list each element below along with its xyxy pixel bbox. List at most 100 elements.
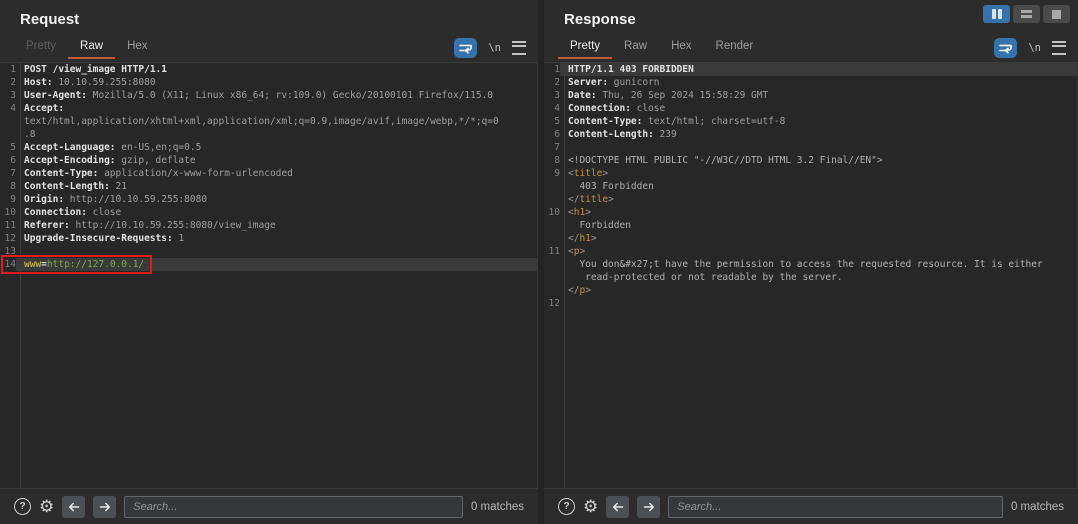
- code-line[interactable]: Content-Type: application/x-www-form-url…: [16, 167, 537, 180]
- tab-raw[interactable]: Raw: [612, 34, 659, 57]
- code-line[interactable]: Referer: http://10.10.59.255:8080/view_i…: [16, 219, 537, 232]
- newline-toggle[interactable]: \n: [488, 42, 501, 54]
- editor-line[interactable]: 3User-Agent: Mozilla/5.0 (X11; Linux x86…: [0, 89, 537, 102]
- code-line[interactable]: Connection: close: [16, 206, 537, 219]
- editor-line[interactable]: 9Origin: http://10.10.59.255:8080: [0, 193, 537, 206]
- rows-layout-button[interactable]: [1013, 5, 1040, 23]
- code-line[interactable]: <p>: [560, 245, 1077, 258]
- editor-line[interactable]: 4Connection: close: [544, 102, 1077, 115]
- editor-line[interactable]: 11<p>: [544, 245, 1077, 258]
- search-settings-gear-icon[interactable]: ⚙: [583, 498, 598, 515]
- next-match-button[interactable]: [93, 496, 116, 518]
- tab-hex[interactable]: Hex: [659, 34, 703, 57]
- editor-line[interactable]: 6Accept-Encoding: gzip, deflate: [0, 154, 537, 167]
- code-line[interactable]: Accept:: [16, 102, 537, 115]
- code-line[interactable]: Connection: close: [560, 102, 1077, 115]
- editor-line[interactable]: 403 Forbidden: [544, 180, 1077, 193]
- code-line[interactable]: Origin: http://10.10.59.255:8080: [16, 193, 537, 206]
- editor-line[interactable]: 1POST /view_image HTTP/1.1: [0, 63, 537, 76]
- editor-line[interactable]: read-protected or not readable by the se…: [544, 271, 1077, 284]
- editor-line[interactable]: 8Content-Length: 21: [0, 180, 537, 193]
- code-line[interactable]: Accept-Encoding: gzip, deflate: [16, 154, 537, 167]
- arrow-right-icon: [99, 502, 111, 512]
- tab-pretty[interactable]: Pretty: [14, 34, 68, 57]
- editor-line[interactable]: Forbidden: [544, 219, 1077, 232]
- editor-line[interactable]: 2Host: 10.10.59.255:8080: [0, 76, 537, 89]
- code-line[interactable]: Server: gunicorn: [560, 76, 1077, 89]
- code-line[interactable]: [560, 141, 1077, 154]
- code-line[interactable]: User-Agent: Mozilla/5.0 (X11; Linux x86_…: [16, 89, 537, 102]
- response-editor[interactable]: 1HTTP/1.1 403 FORBIDDEN2Server: gunicorn…: [544, 62, 1078, 488]
- code-line[interactable]: Accept-Language: en-US,en;q=0.5: [16, 141, 537, 154]
- editor-line[interactable]: 9<title>: [544, 167, 1077, 180]
- code-line[interactable]: [16, 245, 537, 258]
- tab-render[interactable]: Render: [704, 34, 766, 57]
- editor-line[interactable]: 4Accept:: [0, 102, 537, 115]
- editor-line[interactable]: 13: [0, 245, 537, 258]
- next-match-button[interactable]: [637, 496, 660, 518]
- code-line[interactable]: text/html,application/xhtml+xml,applicat…: [16, 115, 537, 128]
- tab-hex[interactable]: Hex: [115, 34, 159, 57]
- search-input[interactable]: [668, 496, 1003, 518]
- editor-line[interactable]: 3Date: Thu, 26 Sep 2024 15:58:29 GMT: [544, 89, 1077, 102]
- editor-line[interactable]: </p>: [544, 284, 1077, 297]
- search-input[interactable]: [124, 496, 463, 518]
- tab-pretty[interactable]: Pretty: [558, 34, 612, 59]
- code-line[interactable]: Content-Type: text/html; charset=utf-8: [560, 115, 1077, 128]
- editor-line[interactable]: </title>: [544, 193, 1077, 206]
- code-line[interactable]: Forbidden: [560, 219, 1077, 232]
- previous-match-button[interactable]: [62, 496, 85, 518]
- code-line[interactable]: Host: 10.10.59.255:8080: [16, 76, 537, 89]
- code-line[interactable]: <title>: [560, 167, 1077, 180]
- code-line[interactable]: .8: [16, 128, 537, 141]
- tab-raw[interactable]: Raw: [68, 34, 115, 59]
- code-line[interactable]: www=http://127.0.0.1/: [16, 258, 537, 271]
- editor-line[interactable]: 7Content-Type: application/x-www-form-ur…: [0, 167, 537, 180]
- code-line[interactable]: read-protected or not readable by the se…: [560, 271, 1077, 284]
- code-line[interactable]: Upgrade-Insecure-Requests: 1: [16, 232, 537, 245]
- code-line[interactable]: <h1>: [560, 206, 1077, 219]
- editor-line[interactable]: 5Accept-Language: en-US,en;q=0.5: [0, 141, 537, 154]
- editor-line[interactable]: 10Connection: close: [0, 206, 537, 219]
- editor-line[interactable]: 2Server: gunicorn: [544, 76, 1077, 89]
- editor-line[interactable]: 7: [544, 141, 1077, 154]
- code-line[interactable]: 403 Forbidden: [560, 180, 1077, 193]
- code-line[interactable]: HTTP/1.1 403 FORBIDDEN: [560, 63, 1077, 76]
- editor-line[interactable]: text/html,application/xhtml+xml,applicat…: [0, 115, 537, 128]
- editor-line[interactable]: 12Upgrade-Insecure-Requests: 1: [0, 232, 537, 245]
- code-segment: You don&#x27;t have the permission to ac…: [568, 259, 1043, 270]
- code-line[interactable]: [560, 297, 1077, 310]
- request-editor[interactable]: 1POST /view_image HTTP/1.12Host: 10.10.5…: [0, 62, 538, 488]
- code-line[interactable]: </h1>: [560, 232, 1077, 245]
- code-line[interactable]: Content-Length: 21: [16, 180, 537, 193]
- editor-line[interactable]: 10<h1>: [544, 206, 1077, 219]
- code-line[interactable]: Date: Thu, 26 Sep 2024 15:58:29 GMT: [560, 89, 1077, 102]
- columns-layout-button[interactable]: [983, 5, 1010, 23]
- code-line[interactable]: <!DOCTYPE HTML PUBLIC "-//W3C//DTD HTML …: [560, 154, 1077, 167]
- editor-menu-icon[interactable]: [1052, 41, 1066, 55]
- code-line[interactable]: You don&#x27;t have the permission to ac…: [560, 258, 1077, 271]
- help-icon[interactable]: ?: [558, 498, 575, 515]
- editor-menu-icon[interactable]: [512, 41, 526, 55]
- word-wrap-toggle-button[interactable]: [994, 38, 1017, 58]
- editor-line[interactable]: 12: [544, 297, 1077, 310]
- editor-line[interactable]: .8: [0, 128, 537, 141]
- editor-line[interactable]: 1HTTP/1.1 403 FORBIDDEN: [544, 63, 1077, 76]
- code-line[interactable]: </title>: [560, 193, 1077, 206]
- single-layout-button[interactable]: [1043, 5, 1070, 23]
- editor-line[interactable]: 14www=http://127.0.0.1/: [0, 258, 537, 271]
- previous-match-button[interactable]: [606, 496, 629, 518]
- editor-line[interactable]: </h1>: [544, 232, 1077, 245]
- help-icon[interactable]: ?: [14, 498, 31, 515]
- code-line[interactable]: Content-Length: 239: [560, 128, 1077, 141]
- editor-line[interactable]: 6Content-Length: 239: [544, 128, 1077, 141]
- editor-line[interactable]: You don&#x27;t have the permission to ac…: [544, 258, 1077, 271]
- editor-line[interactable]: 11Referer: http://10.10.59.255:8080/view…: [0, 219, 537, 232]
- code-line[interactable]: </p>: [560, 284, 1077, 297]
- editor-line[interactable]: 5Content-Type: text/html; charset=utf-8: [544, 115, 1077, 128]
- word-wrap-toggle-button[interactable]: [454, 38, 477, 58]
- code-line[interactable]: POST /view_image HTTP/1.1: [16, 63, 537, 76]
- editor-line[interactable]: 8<!DOCTYPE HTML PUBLIC "-//W3C//DTD HTML…: [544, 154, 1077, 167]
- newline-toggle[interactable]: \n: [1028, 42, 1041, 54]
- search-settings-gear-icon[interactable]: ⚙: [39, 498, 54, 515]
